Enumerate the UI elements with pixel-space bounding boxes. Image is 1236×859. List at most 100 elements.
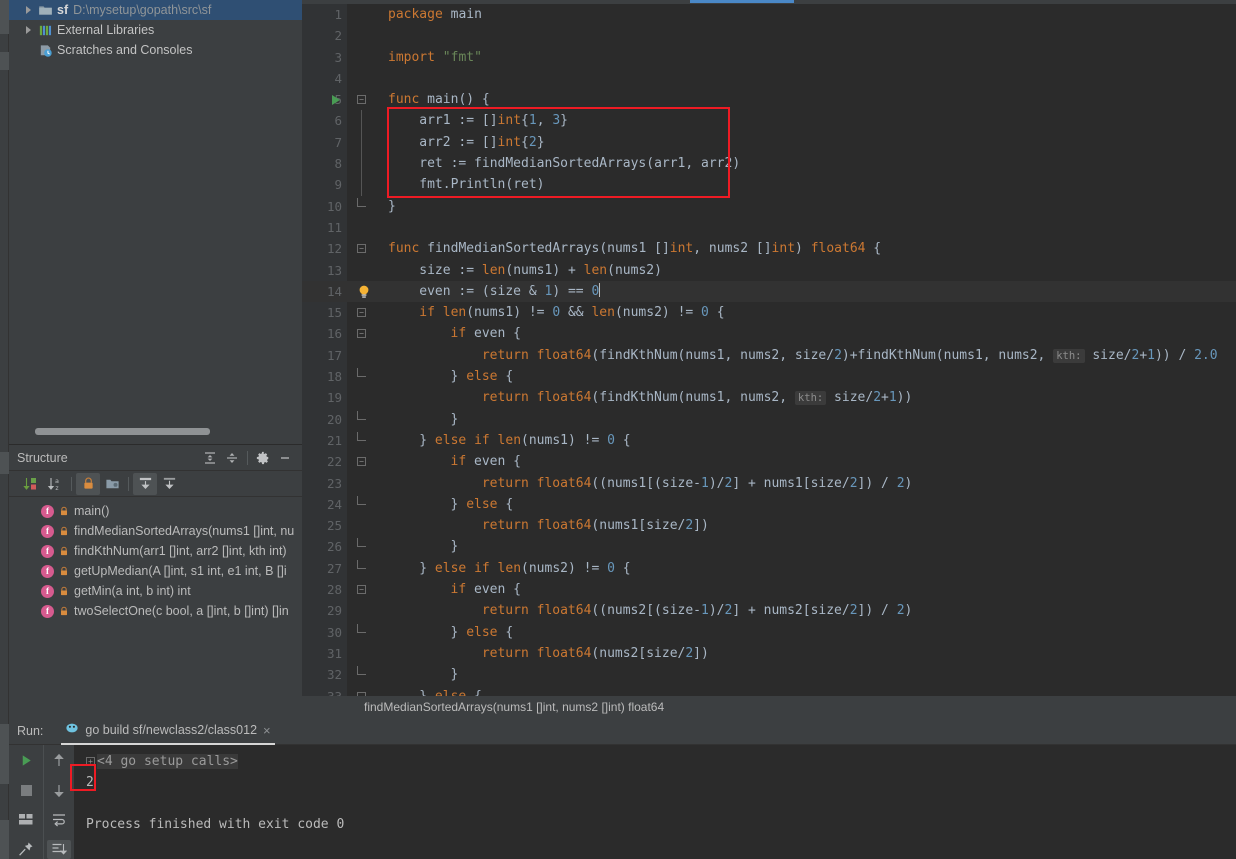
- code-line-7[interactable]: 7 arr2 := []int{2}: [302, 131, 1236, 154]
- arrow-up-icon[interactable]: [47, 751, 71, 771]
- code-line-27[interactable]: 27} else if len(nums2) != 0 {: [302, 558, 1236, 579]
- code-line-24[interactable]: 24} else {: [302, 494, 1236, 515]
- pin-icon[interactable]: [14, 840, 38, 859]
- code-editor[interactable]: 1 package main 2 3 import "fmt" 4 5− func main(…: [302, 0, 1236, 718]
- run-tab[interactable]: go build sf/newclass2/class012 ×: [61, 718, 275, 745]
- fold-region-end[interactable]: [357, 538, 366, 548]
- code-line-31[interactable]: 31 return float64(nums2[size/2]): [302, 643, 1236, 664]
- project-tree-item-sf[interactable]: sf D:\mysetup\gopath\src\sf: [9, 0, 302, 20]
- code-line-23[interactable]: 23 return float64((nums1[(size-1)/2] + nu…: [302, 473, 1236, 494]
- console-icon[interactable]: [14, 810, 38, 830]
- collapse-all-button[interactable]: [221, 448, 243, 468]
- scroll-end-icon[interactable]: [47, 839, 71, 859]
- code-line-26[interactable]: 26}: [302, 536, 1236, 557]
- code-line-3[interactable]: 3 import "fmt": [302, 47, 1236, 68]
- fold-region-end[interactable]: [357, 410, 366, 420]
- code-line-10[interactable]: 10}: [302, 196, 1236, 217]
- fold-region-end[interactable]: [357, 197, 366, 207]
- structure-toolbar[interactable]: a z: [9, 471, 302, 497]
- fold-expand-icon[interactable]: +: [86, 757, 95, 766]
- fold-collapse-icon[interactable]: −: [357, 308, 366, 318]
- arrow-down-icon[interactable]: [47, 781, 71, 801]
- code-line-1[interactable]: 1 package main: [302, 4, 1236, 25]
- code-line-4[interactable]: 4: [302, 68, 1236, 89]
- code-lines[interactable]: 1 package main 2 3 import "fmt" 4 5− func main(…: [302, 4, 1236, 704]
- structure-item[interactable]: f twoSelectOne(c bool, a []int, b []int) …: [9, 601, 302, 621]
- code-line-18[interactable]: 18} else {: [302, 366, 1236, 387]
- code-line-9[interactable]: 9 fmt.Println(ret): [302, 174, 1236, 196]
- fold-collapse-icon[interactable]: −: [357, 244, 366, 254]
- code-line-28[interactable]: 28 − if even {: [302, 579, 1236, 600]
- project-horizontal-scrollbar[interactable]: [35, 428, 210, 435]
- chevron-right-icon[interactable]: [19, 20, 37, 40]
- project-tree-item-external-libraries[interactable]: External Libraries: [9, 20, 302, 40]
- fold-collapse-icon[interactable]: −: [357, 329, 366, 339]
- go-run-config-icon: [65, 721, 79, 740]
- run-toolbar-right[interactable]: [43, 745, 74, 859]
- breadcrumb[interactable]: findMedianSortedArrays(nums1 []int, nums…: [302, 696, 1236, 718]
- code-line-13[interactable]: 13 size := len(nums1) + len(nums2): [302, 260, 1236, 281]
- structure-tool-window[interactable]: Structure a z f main() f findMedianSorte…: [9, 444, 302, 718]
- sort-alpha-icon[interactable]: a z: [43, 473, 67, 495]
- run-tool-window[interactable]: Run: go build sf/newclass2/class012 × + …: [9, 718, 1236, 859]
- code-line-19[interactable]: 19 return float64(findKthNum(nums1, nums2…: [302, 387, 1236, 408]
- code-line-29[interactable]: 29 return float64((nums2[(size-1)/2] + nu…: [302, 600, 1236, 621]
- close-icon[interactable]: ×: [263, 724, 271, 737]
- code-line-12[interactable]: 12 − func findMedianSortedArrays(nums1 []i…: [302, 238, 1236, 259]
- project-tree-item-scratches-and-consoles[interactable]: Scratches and Consoles: [9, 40, 302, 60]
- code-line-2[interactable]: 2: [302, 25, 1236, 46]
- play-icon[interactable]: [14, 751, 38, 771]
- structure-item[interactable]: f findMedianSortedArrays(nums1 []int, nu: [9, 521, 302, 541]
- run-console[interactable]: + <4 go setup calls> 2 Process finished wit…: [70, 745, 1236, 859]
- code-line-6[interactable]: 6 arr1 := []int{1, 3}: [302, 110, 1236, 132]
- project-tree[interactable]: sf D:\mysetup\gopath\src\sf External Libra…: [9, 0, 302, 60]
- left-tool-window-stripe[interactable]: [0, 0, 9, 859]
- fold-region-end[interactable]: [357, 368, 366, 378]
- stop-icon[interactable]: [14, 781, 38, 801]
- code-line-11[interactable]: 11: [302, 217, 1236, 238]
- code-line-16[interactable]: 16 − if even {: [302, 323, 1236, 344]
- scroll-from-icon[interactable]: [133, 472, 157, 495]
- code-line-25[interactable]: 25 return float64(nums1[size/2]): [302, 515, 1236, 536]
- line-number: 7: [334, 134, 342, 150]
- code-line-22[interactable]: 22 − if even {: [302, 451, 1236, 472]
- intention-bulb-icon[interactable]: [357, 284, 371, 300]
- code-line-15[interactable]: 15 − if len(nums1) != 0 && len(nums2) != 0…: [302, 302, 1236, 323]
- structure-member-list[interactable]: f main() f findMedianSortedArrays(nums1 []i…: [9, 497, 302, 621]
- chevron-right-icon[interactable]: [19, 0, 37, 20]
- code-line-text: if len(nums1) != 0 && len(nums2) != 0 {: [419, 305, 725, 321]
- code-viewport[interactable]: 1 package main 2 3 import "fmt" 4 5− func main(…: [302, 4, 1236, 704]
- scroll-to-icon[interactable]: [157, 473, 181, 495]
- console-line-text: <4 go setup calls>: [97, 754, 238, 769]
- folder-icon[interactable]: [100, 473, 124, 495]
- minimize-icon[interactable]: [274, 448, 296, 468]
- fold-region-end[interactable]: [357, 495, 366, 505]
- code-line-5[interactable]: 5− func main() {: [302, 89, 1236, 110]
- structure-item[interactable]: f getMin(a int, b int) int: [9, 581, 302, 601]
- code-line-8[interactable]: 8 ret := findMedianSortedArrays(arr1, arr…: [302, 153, 1236, 175]
- code-line-30[interactable]: 30} else {: [302, 622, 1236, 643]
- code-line-21[interactable]: 21} else if len(nums1) != 0 {: [302, 430, 1236, 451]
- code-line-20[interactable]: 20}: [302, 409, 1236, 430]
- sort-visibility-icon[interactable]: [19, 473, 43, 495]
- structure-item[interactable]: f findKthNum(arr1 []int, arr2 []int, kth …: [9, 541, 302, 561]
- fold-collapse-icon[interactable]: −: [357, 585, 366, 595]
- fold-collapse-icon[interactable]: −: [357, 457, 366, 467]
- fold-region-end[interactable]: [357, 623, 366, 633]
- fold-region-end[interactable]: [357, 431, 366, 441]
- structure-item[interactable]: f main(): [9, 501, 302, 521]
- project-tool-window[interactable]: sf D:\mysetup\gopath\src\sf External Libra…: [9, 0, 302, 444]
- fold-region-end[interactable]: [357, 559, 366, 569]
- gear-icon[interactable]: [252, 448, 274, 468]
- structure-item[interactable]: f getUpMedian(A []int, s1 int, e1 int, B …: [9, 561, 302, 581]
- run-gutter-icon[interactable]: [332, 95, 340, 106]
- code-line-32[interactable]: 32}: [302, 664, 1236, 685]
- lock-icon[interactable]: [76, 472, 100, 495]
- code-line-17[interactable]: 17 return float64(findKthNum(nums1, nums2…: [302, 345, 1236, 366]
- expand-all-button[interactable]: [199, 448, 221, 468]
- run-toolbar-left[interactable]: [9, 745, 43, 859]
- fold-collapse-icon[interactable]: −: [357, 95, 366, 105]
- fold-region-end[interactable]: [357, 666, 366, 676]
- soft-wrap-icon[interactable]: [47, 810, 71, 830]
- code-line-14[interactable]: 14 even := (size & 1) == 0: [302, 280, 1236, 303]
